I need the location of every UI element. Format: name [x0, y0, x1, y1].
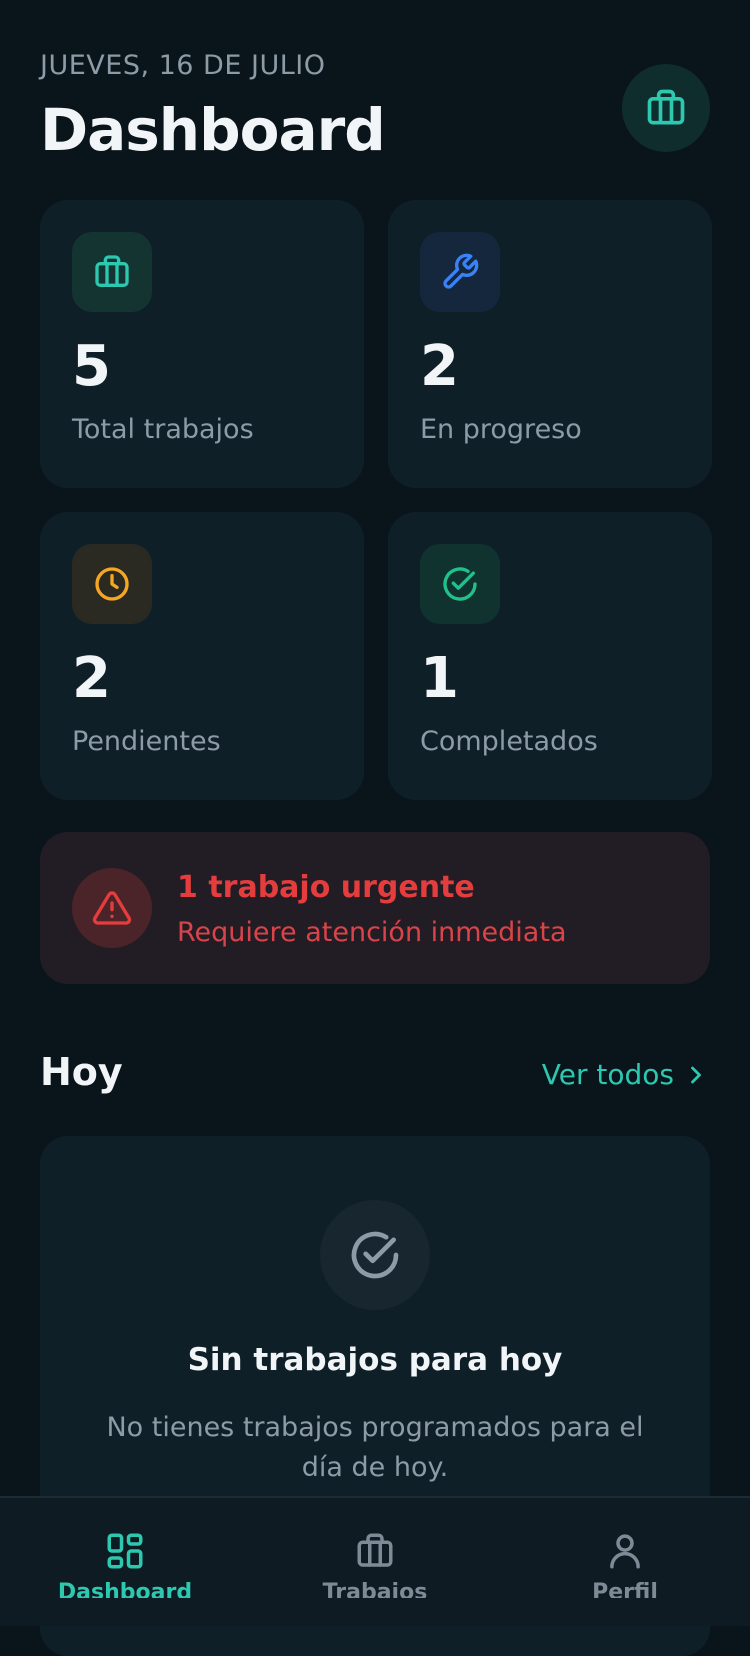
- tab-label: Perfil: [592, 1580, 658, 1598]
- tab-jobs[interactable]: Trabajos: [250, 1498, 500, 1598]
- stat-card-in-progress[interactable]: 2 En progreso: [388, 200, 712, 488]
- check-circle-icon: [351, 1231, 399, 1279]
- empty-state-text: No tienes trabajos programados para el d…: [106, 1412, 644, 1483]
- stat-card-pending[interactable]: 2 Pendientes: [40, 512, 364, 800]
- tab-label: Dashboard: [57, 1580, 193, 1598]
- tab-profile[interactable]: Perfil: [500, 1498, 750, 1598]
- check-circle-icon: [443, 567, 477, 601]
- stat-icon-box: [420, 544, 500, 624]
- current-date: JUEVES, 16 DE JULIO: [40, 50, 326, 81]
- stat-card-total[interactable]: 5 Total trabajos: [40, 200, 364, 488]
- stat-label: En progreso: [420, 414, 582, 445]
- briefcase-icon: [647, 89, 685, 125]
- see-all-label: Ver todos: [541, 1058, 674, 1091]
- urgent-jobs-alert[interactable]: 1 trabajo urgente Requiere atención inme…: [40, 832, 710, 984]
- tab-dashboard[interactable]: Dashboard: [0, 1498, 250, 1598]
- stat-card-completed[interactable]: 1 Completados: [388, 512, 712, 800]
- empty-state-title: Sin trabajos para hoy: [187, 1342, 563, 1378]
- stat-label: Pendientes: [72, 726, 221, 757]
- section-title-today: Hoy: [40, 1050, 123, 1094]
- stat-label: Completados: [420, 726, 598, 757]
- briefcase-icon: [95, 255, 129, 287]
- tab-label: Trabajos: [322, 1580, 428, 1598]
- alert-icon-circle: [72, 868, 152, 948]
- alert-title: 1 trabajo urgente: [177, 870, 475, 905]
- clock-icon: [95, 567, 129, 601]
- user-icon: [610, 1534, 640, 1569]
- stat-value: 2: [72, 646, 111, 711]
- stat-icon-box: [72, 544, 152, 624]
- alert-subtitle: Requiere atención inmediata: [177, 917, 567, 948]
- stat-label: Total trabajos: [72, 414, 254, 445]
- chevron-right-icon: [691, 1066, 701, 1083]
- briefcase-icon: [357, 1533, 393, 1567]
- jobs-shortcut-button[interactable]: [622, 64, 710, 152]
- stat-icon-box: [72, 232, 152, 312]
- see-all-link[interactable]: Ver todos: [542, 1058, 710, 1091]
- warning-icon: [92, 891, 132, 925]
- stat-value: 1: [420, 646, 459, 711]
- wrench-icon: [443, 253, 479, 289]
- stat-value: 2: [420, 334, 459, 399]
- page-title: Dashboard: [40, 96, 386, 164]
- stat-icon-box: [420, 232, 500, 312]
- empty-icon-circle: [320, 1200, 430, 1310]
- stat-value: 5: [72, 334, 111, 399]
- bottom-tab-bar: Dashboard Trabajos Perfil: [0, 1496, 750, 1626]
- dashboard-grid-icon: [107, 1533, 143, 1569]
